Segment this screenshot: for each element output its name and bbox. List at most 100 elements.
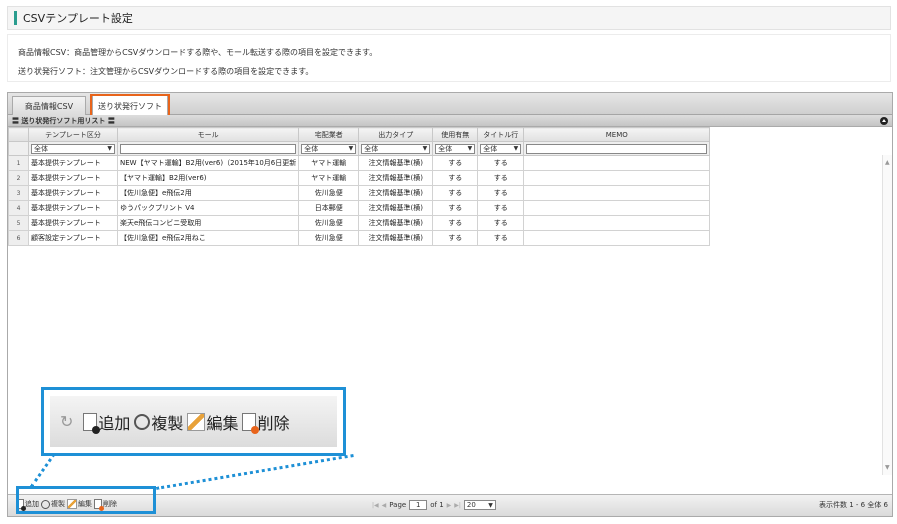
cell-memo xyxy=(523,170,711,186)
cell-memo xyxy=(523,215,711,231)
title-filter-select[interactable]: 全体 ▼ xyxy=(480,143,522,154)
cell-kubun: 基本提供テンプレート xyxy=(28,215,118,231)
copy-icon xyxy=(41,499,50,509)
add-doc-icon xyxy=(16,499,26,511)
zoom-edit-button[interactable]: 編集 xyxy=(187,410,238,434)
template-grid: テンプレート区分 モール 宅配業者 出力タイプ 使用有無 タイトル行 MEMO … xyxy=(8,127,711,246)
page-label: Page xyxy=(389,501,407,509)
output-filter-select[interactable]: 全体 ▼ xyxy=(361,143,431,154)
cell-kubun: 基本提供テンプレート xyxy=(28,200,118,216)
copy-icon xyxy=(134,413,151,430)
pencil-icon xyxy=(187,412,206,431)
column-header-output[interactable]: 出力タイプ xyxy=(358,127,434,142)
page-header: CSVテンプレート設定 xyxy=(7,6,891,30)
carrier-filter-select[interactable]: 全体 ▼ xyxy=(301,143,357,154)
table-row[interactable]: 5 基本提供テンプレート 楽天e飛伝コンビニ受取用 佐川急便 注文情報基準(横) する する xyxy=(8,215,711,231)
table-row[interactable]: 4 基本提供テンプレート ゆうパックプリント V4 日本郵便 注文情報基準(横) する する xyxy=(8,200,711,216)
description-box: 商品情報CSV：商品管理からCSVダウンロードする際や、モール転送する際の項目を… xyxy=(7,34,891,82)
cell-use: する xyxy=(432,170,479,186)
refresh-icon[interactable]: ↻ xyxy=(60,412,73,431)
filter-rownum-cell xyxy=(8,141,29,156)
cell-mall: 【佐川急便】e飛伝2用 xyxy=(116,185,300,201)
cell-memo xyxy=(523,230,711,246)
zoomed-toolbar: ↻ 追加 複製 編集 削除 xyxy=(50,396,337,447)
cell-use: する xyxy=(432,215,479,231)
first-page-icon[interactable]: |◀ xyxy=(372,502,379,509)
column-header-rownum xyxy=(8,127,29,142)
column-header-memo[interactable]: MEMO xyxy=(523,127,711,142)
next-page-icon[interactable]: ▶ xyxy=(447,502,452,509)
page-of-label: of 1 xyxy=(430,501,444,509)
zoom-add-button[interactable]: 追加 xyxy=(83,410,130,434)
mall-filter-input[interactable] xyxy=(120,143,297,154)
cell-output: 注文情報基準(横) xyxy=(358,155,434,171)
cell-mall: ゆうパックプリント V4 xyxy=(116,200,300,216)
cell-carrier: 佐川急便 xyxy=(298,185,360,201)
page-controls: |◀ ◀ Page 1 of 1 ▶ ▶| 20 ▼ xyxy=(372,500,496,510)
page-number-input[interactable]: 1 xyxy=(409,500,428,510)
collapse-icon[interactable] xyxy=(880,117,888,125)
chevron-down-icon: ▼ xyxy=(107,145,112,152)
scroll-down-icon[interactable]: ▼ xyxy=(885,464,890,471)
cell-mall: 【ヤマト運輸】B2用(ver6) xyxy=(116,170,300,186)
cell-output: 注文情報基準(横) xyxy=(358,215,434,231)
cell-n: 1 xyxy=(8,155,29,171)
cell-carrier: 日本郵便 xyxy=(298,200,360,216)
cell-title: する xyxy=(477,215,525,231)
column-header-kubun[interactable]: テンプレート区分 xyxy=(28,127,118,142)
cell-memo xyxy=(523,155,711,171)
tab-product-csv[interactable]: 商品情報CSV xyxy=(12,96,86,115)
tab-invoice-software[interactable]: 送り状発行ソフト xyxy=(92,95,168,116)
zoom-delete-button[interactable]: 削除 xyxy=(242,410,289,434)
grid-caption: 〓 送り状発行ソフト用リスト 〓 xyxy=(12,116,115,125)
cell-memo xyxy=(523,185,711,201)
page-title: CSVテンプレート設定 xyxy=(23,12,133,25)
column-header-mall[interactable]: モール xyxy=(116,127,300,142)
scroll-up-icon[interactable]: ▲ xyxy=(885,159,890,166)
prev-page-icon[interactable]: ◀ xyxy=(382,502,387,509)
kubun-filter-select[interactable]: 全体 ▼ xyxy=(31,143,115,154)
column-header-carrier[interactable]: 宅配業者 xyxy=(298,127,360,142)
cell-title: する xyxy=(477,155,525,171)
add-button[interactable]: 追加 xyxy=(16,499,39,511)
cell-carrier: 佐川急便 xyxy=(298,230,360,246)
memo-filter-input[interactable] xyxy=(526,143,708,154)
last-page-icon[interactable]: ▶| xyxy=(454,502,461,509)
cell-kubun: 基本提供テンプレート xyxy=(28,170,118,186)
record-count: 表示件数 1 - 6 全体 6 xyxy=(818,501,888,509)
chevron-down-icon: ▼ xyxy=(467,145,473,152)
cell-output: 注文情報基準(横) xyxy=(358,230,434,246)
add-doc-icon xyxy=(83,412,101,434)
table-row[interactable]: 6 顧客設定テンプレート 【佐川急便】e飛伝2用ねこ 佐川急便 注文情報基準(横) するす… xyxy=(8,230,711,246)
vertical-scrollbar[interactable]: ▲ ▼ xyxy=(882,155,892,475)
delete-button[interactable]: 削除 xyxy=(94,499,117,511)
use-filter-select[interactable]: 全体 ▼ xyxy=(435,143,476,154)
cell-n: 5 xyxy=(8,215,29,231)
edit-button[interactable]: 編集 xyxy=(67,499,92,509)
cell-title: する xyxy=(477,170,525,186)
cell-title: する xyxy=(477,230,525,246)
column-header-title[interactable]: タイトル行 xyxy=(477,127,525,142)
description-line-2: 送り状発行ソフト：注文管理からCSVダウンロードする際の項目を設定できます。 xyxy=(18,67,314,76)
tab-bar: 商品情報CSV 送り状発行ソフト xyxy=(8,93,892,117)
cell-kubun: 基本提供テンプレート xyxy=(28,185,118,201)
page-size-select[interactable]: 20 ▼ xyxy=(463,500,496,510)
cell-title: する xyxy=(477,185,525,201)
cell-use: する xyxy=(432,185,479,201)
cell-kubun: 基本提供テンプレート xyxy=(28,155,118,171)
cell-n: 3 xyxy=(8,185,29,201)
cell-output: 注文情報基準(横) xyxy=(358,170,434,186)
table-row[interactable]: 2 基本提供テンプレート 【ヤマト運輸】B2用(ver6) ヤマト運輸 注文情報基準(横… xyxy=(8,170,711,186)
column-header-use[interactable]: 使用有無 xyxy=(432,127,479,142)
zoom-copy-button[interactable]: 複製 xyxy=(134,410,183,434)
cell-mall: 楽天e飛伝コンビニ受取用 xyxy=(116,215,300,231)
pencil-icon xyxy=(67,499,77,509)
chevron-down-icon: ▼ xyxy=(348,145,354,152)
table-row[interactable]: 3 基本提供テンプレート 【佐川急便】e飛伝2用 佐川急便 注文情報基準(横) する する xyxy=(8,185,711,201)
cell-carrier: ヤマト運輸 xyxy=(298,155,360,171)
cell-mall: NEW【ヤマト運輸】B2用(ver6)（2015年10月6日更新 xyxy=(116,155,300,171)
table-row[interactable]: 1 基本提供テンプレート NEW【ヤマト運輸】B2用(ver6)（2015年10月6… xyxy=(8,155,711,171)
copy-button[interactable]: 複製 xyxy=(41,499,65,509)
pager-bar: 追加 複製 編集 削除 |◀ ◀ Page 1 of 1 ▶ ▶| 20 ▼ 表示… xyxy=(8,494,892,516)
cell-n: 2 xyxy=(8,170,29,186)
